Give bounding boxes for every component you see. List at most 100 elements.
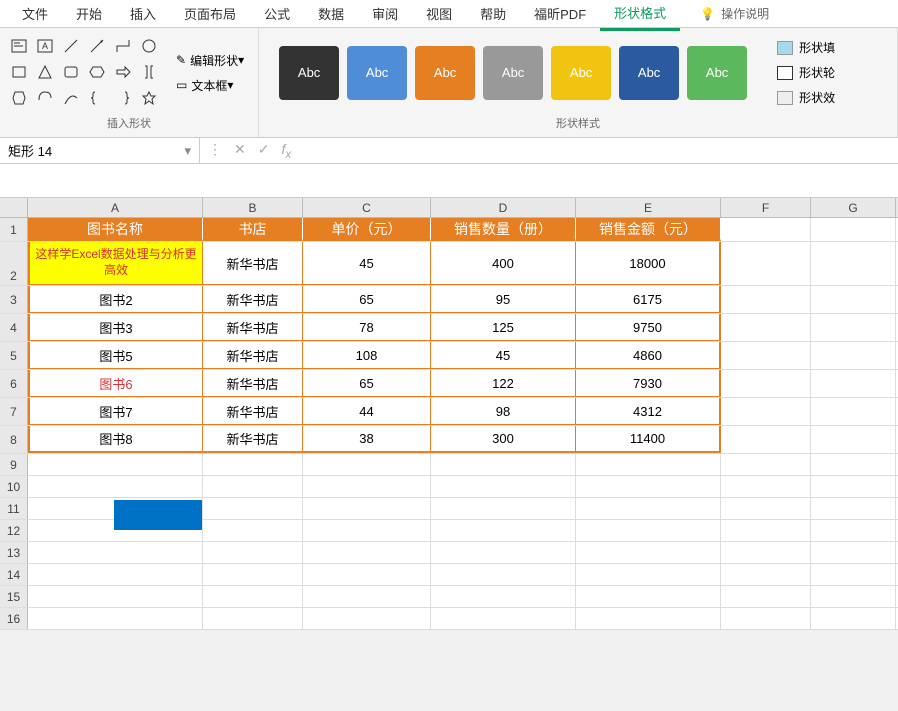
cell[interactable] xyxy=(811,564,896,585)
cell[interactable]: 新华书店 xyxy=(203,426,303,453)
tab-page-layout[interactable]: 页面布局 xyxy=(170,0,250,29)
cell[interactable] xyxy=(203,454,303,475)
style-swatch-green[interactable]: Abc xyxy=(687,46,747,100)
cell[interactable] xyxy=(721,314,811,341)
shape-oval-icon[interactable] xyxy=(138,35,160,57)
cell[interactable] xyxy=(203,564,303,585)
cell[interactable] xyxy=(576,542,721,563)
cell[interactable] xyxy=(576,476,721,497)
tab-shape-format[interactable]: 形状格式 xyxy=(600,0,680,31)
cell[interactable] xyxy=(431,520,576,541)
shape-fill-button[interactable]: 形状填 xyxy=(771,37,841,58)
cell[interactable] xyxy=(811,398,896,425)
tab-insert[interactable]: 插入 xyxy=(116,0,170,29)
cell[interactable] xyxy=(811,242,896,285)
tab-view[interactable]: 视图 xyxy=(412,0,466,29)
edit-shape-button[interactable]: ✎ 编辑形状 ▾ xyxy=(170,50,250,71)
formula-fx-icon[interactable]: fx xyxy=(281,141,291,161)
row-header[interactable]: 12 xyxy=(0,520,28,541)
cell[interactable] xyxy=(576,608,721,629)
cell[interactable] xyxy=(721,476,811,497)
cell[interactable] xyxy=(431,454,576,475)
shape-star-icon[interactable] xyxy=(138,87,160,109)
cell[interactable] xyxy=(303,564,431,585)
shape-hexagon-icon[interactable] xyxy=(86,61,108,83)
text-box-button[interactable]: ▭ 文本框 ▾ xyxy=(170,75,250,96)
cell[interactable] xyxy=(811,426,896,453)
cell[interactable] xyxy=(431,476,576,497)
cell[interactable] xyxy=(721,608,811,629)
tab-foxit-pdf[interactable]: 福昕PDF xyxy=(520,0,600,29)
row-header[interactable]: 2 xyxy=(0,242,28,285)
cell[interactable]: 图书3 xyxy=(28,314,203,341)
shape-curve-icon[interactable] xyxy=(60,87,82,109)
cell[interactable]: 7930 xyxy=(576,370,721,397)
row-header[interactable]: 16 xyxy=(0,608,28,629)
cell[interactable]: 新华书店 xyxy=(203,314,303,341)
cell[interactable] xyxy=(721,564,811,585)
cell[interactable] xyxy=(576,520,721,541)
cell[interactable] xyxy=(303,520,431,541)
tab-data[interactable]: 数据 xyxy=(304,0,358,29)
cell[interactable] xyxy=(811,608,896,629)
cell[interactable]: 400 xyxy=(431,242,576,285)
col-header-B[interactable]: B xyxy=(203,198,303,217)
cell[interactable] xyxy=(811,476,896,497)
cell[interactable] xyxy=(721,342,811,369)
cell[interactable] xyxy=(721,520,811,541)
style-swatch-yellow[interactable]: Abc xyxy=(551,46,611,100)
formula-check-icon[interactable]: ✓ xyxy=(258,141,270,161)
select-all-corner[interactable] xyxy=(0,198,28,217)
header-book-name[interactable]: 图书名称 xyxy=(28,218,203,241)
cell[interactable] xyxy=(811,286,896,313)
cell[interactable] xyxy=(811,218,896,241)
name-box-dropdown-icon[interactable]: ▾ xyxy=(184,143,191,159)
tab-file[interactable]: 文件 xyxy=(8,0,62,29)
cell[interactable]: 图书2 xyxy=(28,286,203,313)
cell[interactable] xyxy=(811,454,896,475)
header-store[interactable]: 书店 xyxy=(203,218,303,241)
tell-me-search[interactable]: 💡 操作说明 xyxy=(700,5,769,22)
cell[interactable] xyxy=(431,498,576,519)
cell[interactable] xyxy=(303,476,431,497)
cell[interactable] xyxy=(303,542,431,563)
cell[interactable] xyxy=(721,286,811,313)
cell[interactable] xyxy=(28,586,203,607)
cell[interactable] xyxy=(303,454,431,475)
shape-flow-icon[interactable] xyxy=(8,87,30,109)
cell[interactable]: 98 xyxy=(431,398,576,425)
cell[interactable] xyxy=(576,498,721,519)
row-header[interactable]: 10 xyxy=(0,476,28,497)
cell[interactable] xyxy=(203,586,303,607)
cell[interactable] xyxy=(431,542,576,563)
cell[interactable]: 这样学Excel数据处理与分析更高效 xyxy=(28,242,203,285)
cell[interactable]: 图书8 xyxy=(28,426,203,453)
cell[interactable] xyxy=(303,586,431,607)
cell[interactable] xyxy=(721,586,811,607)
cell[interactable]: 新华书店 xyxy=(203,242,303,285)
cell[interactable] xyxy=(721,426,811,453)
cell[interactable] xyxy=(203,542,303,563)
cell[interactable] xyxy=(28,542,203,563)
cell[interactable]: 图书5 xyxy=(28,342,203,369)
cell[interactable] xyxy=(28,454,203,475)
cell[interactable] xyxy=(811,520,896,541)
shape-text-box2-icon[interactable]: A xyxy=(34,35,56,57)
shape-rounded-rect-icon[interactable] xyxy=(60,61,82,83)
cell[interactable] xyxy=(811,542,896,563)
style-swatch-gray[interactable]: Abc xyxy=(483,46,543,100)
cell[interactable] xyxy=(303,608,431,629)
tab-home[interactable]: 开始 xyxy=(62,0,116,29)
cell[interactable] xyxy=(576,586,721,607)
style-swatch-orange[interactable]: Abc xyxy=(415,46,475,100)
shape-line-icon[interactable] xyxy=(60,35,82,57)
col-header-G[interactable]: G xyxy=(811,198,896,217)
row-header[interactable]: 14 xyxy=(0,564,28,585)
formula-cancel-icon[interactable]: ⋮ xyxy=(208,141,222,161)
cell[interactable] xyxy=(811,314,896,341)
cell[interactable] xyxy=(203,608,303,629)
cell[interactable] xyxy=(303,498,431,519)
cell[interactable] xyxy=(431,608,576,629)
row-header[interactable]: 7 xyxy=(0,398,28,425)
cell[interactable]: 45 xyxy=(431,342,576,369)
